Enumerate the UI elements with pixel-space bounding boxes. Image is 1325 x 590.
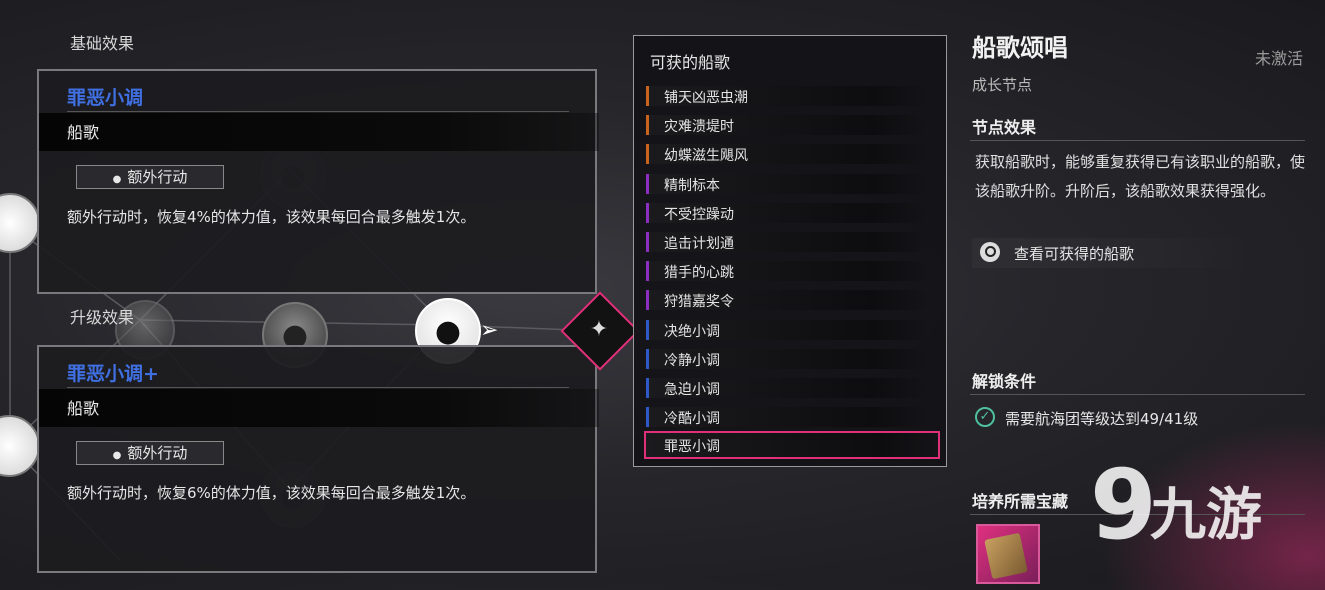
song-label: 铺天凶恶虫潮 [664, 90, 748, 106]
rarity-bar [646, 407, 649, 428]
song-item[interactable]: 幼蝶滋生飓风 [646, 144, 928, 165]
trigger-tag: ● 额外行动 [76, 165, 224, 189]
type-bar [39, 389, 599, 427]
rarity-bar [646, 173, 649, 194]
rarity-bar [646, 378, 649, 398]
node-effect-description: 获取船歌时，能够重复获得已有该职业的船歌，使该船歌升阶。升阶后，该船歌效果获得强… [975, 153, 1306, 200]
rarity-bar [646, 261, 649, 282]
song-item[interactable]: 冷酷小调 [646, 407, 928, 428]
watermark-text: 九游 [1150, 483, 1262, 548]
node-subtitle: 成长节点 [972, 76, 1033, 94]
songs-title: 可获的船歌 [650, 53, 731, 72]
song-item[interactable]: 铺天凶恶虫潮 [646, 86, 928, 106]
available-songs-panel: 可获的船歌 铺天凶恶虫潮 灾难溃堤时幼蝶滋生飓风 精制标本不受控躁动追击计划通猎手的… [633, 35, 947, 467]
node-title: 船歌颂唱 [972, 34, 1068, 62]
trigger-tag-label: 额外行动 [127, 444, 188, 462]
trigger-tag-label: 额外行动 [127, 168, 188, 186]
song-item[interactable]: 追击计划通 [646, 232, 928, 252]
book-icon [984, 532, 1028, 580]
song-label: 狩猎嘉奖令 [664, 294, 734, 311]
song-type: 船歌 [67, 123, 100, 142]
song-label: 幼蝶滋生飓风 [664, 148, 748, 165]
search-icon [980, 242, 1000, 262]
song-item[interactable]: 灾难溃堤时 [646, 115, 928, 136]
divider [67, 111, 569, 112]
song-label: 急迫小调 [664, 382, 720, 398]
upgrade-effect-panel: 罪恶小调+ 船歌 ● 额外行动 额外行动时，恢复6%的体力值，该效果每回合最多触发… [37, 345, 599, 573]
song-name: 罪恶小调 [67, 87, 144, 109]
divider [970, 140, 1305, 141]
mouse-cursor-icon: ➢ [480, 318, 499, 343]
song-item[interactable]: 猎手的心跳 [646, 261, 928, 282]
song-label: 精制标本 [664, 177, 720, 194]
watermark-logo: 9 [1090, 449, 1157, 561]
view-available-songs-button[interactable]: 查看可获得的船歌 [972, 238, 1248, 268]
song-label: 不受控躁动 [664, 206, 734, 223]
bullet-icon: ● [112, 174, 122, 185]
rarity-bar [646, 232, 649, 252]
song-label: 冷酷小调 [664, 411, 720, 428]
rarity-bar [646, 86, 649, 106]
song-label: 灾难溃堤时 [664, 119, 734, 136]
song-name: 罪恶小调+ [67, 363, 159, 385]
rarity-bar [646, 319, 649, 340]
rarity-bar [646, 144, 649, 165]
effect-description: 额外行动时，恢复6%的体力值，该效果每回合最多触发1次。 [67, 484, 476, 502]
base-effect-title: 基础效果 [70, 34, 135, 53]
song-label: 决绝小调 [664, 323, 720, 340]
base-effect-panel: 罪恶小调 船歌 ● 额外行动 额外行动时，恢复4%的体力值，该效果每回合最多触发1… [37, 69, 599, 294]
divider [67, 387, 569, 388]
song-item[interactable]: 精制标本 [646, 173, 928, 194]
treasure-title: 培养所需宝藏 [972, 492, 1069, 511]
unlock-conditions-title: 解锁条件 [972, 372, 1037, 391]
bullet-icon: ● [112, 450, 122, 461]
node-effect-title: 节点效果 [972, 118, 1037, 137]
feather-icon: ✦ [589, 317, 609, 342]
song-label: 罪恶小调 [664, 439, 720, 455]
view-songs-label: 查看可获得的船歌 [1014, 245, 1135, 263]
rarity-bar [646, 115, 649, 136]
song-item[interactable]: 不受控躁动 [646, 202, 928, 223]
trigger-tag: ● 额外行动 [76, 441, 224, 465]
song-label: 猎手的心跳 [664, 265, 734, 282]
song-item[interactable]: 决绝小调 [646, 319, 928, 340]
rarity-bar [646, 290, 649, 311]
type-bar [39, 113, 599, 151]
song-label: 追击计划通 [664, 236, 734, 252]
song-item-selected[interactable]: 罪恶小调 [644, 431, 940, 459]
divider [970, 394, 1305, 395]
rarity-bar [646, 348, 649, 369]
song-item[interactable]: 急迫小调 [646, 378, 928, 398]
rarity-bar [646, 202, 649, 223]
effect-description: 额外行动时，恢复4%的体力值，该效果每回合最多触发1次。 [67, 208, 476, 226]
treasure-item[interactable] [976, 524, 1040, 584]
status-badge: 未激活 [1255, 49, 1304, 68]
song-item[interactable]: 狩猎嘉奖令 [646, 290, 928, 311]
song-item[interactable]: 冷静小调 [646, 348, 928, 369]
check-icon: ✓ [975, 407, 995, 427]
song-type: 船歌 [67, 399, 100, 418]
song-label: 冷静小调 [664, 352, 720, 369]
upgrade-effect-title: 升级效果 [70, 308, 135, 327]
